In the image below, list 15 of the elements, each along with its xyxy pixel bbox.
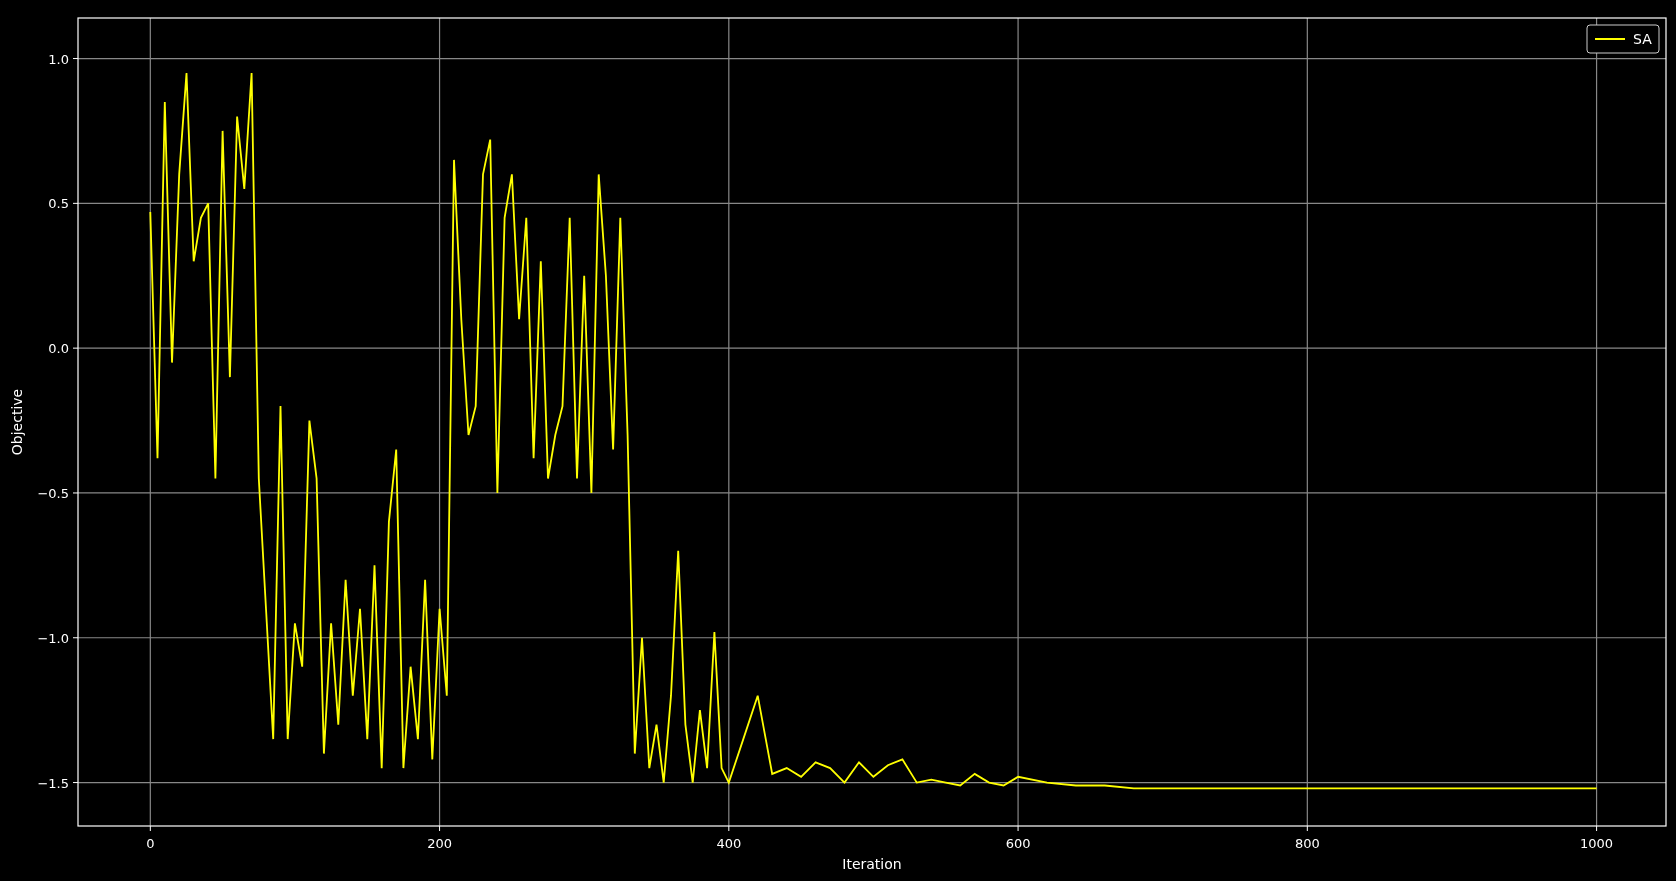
y-axis-label: Objective xyxy=(9,388,25,456)
x-tick-label: 1000 xyxy=(1580,836,1614,851)
x-axis-label: Iteration xyxy=(842,856,902,872)
y-tick-label: 0.5 xyxy=(48,196,69,212)
x-tick-label: 200 xyxy=(427,836,452,851)
x-tick-label: 400 xyxy=(716,836,742,851)
y-tick-label: −1.5 xyxy=(37,775,69,791)
y-tick-label: 0.0 xyxy=(48,341,69,357)
y-tick-label: −1.0 xyxy=(37,630,69,646)
y-tick-label: −0.5 xyxy=(37,485,69,501)
x-tick-label: 800 xyxy=(1294,836,1320,851)
x-tick-label: 600 xyxy=(1005,836,1031,851)
legend-label: SA xyxy=(1633,31,1652,47)
y-tick-label: 1.0 xyxy=(48,51,69,67)
x-tick-label: 0 xyxy=(146,836,155,851)
